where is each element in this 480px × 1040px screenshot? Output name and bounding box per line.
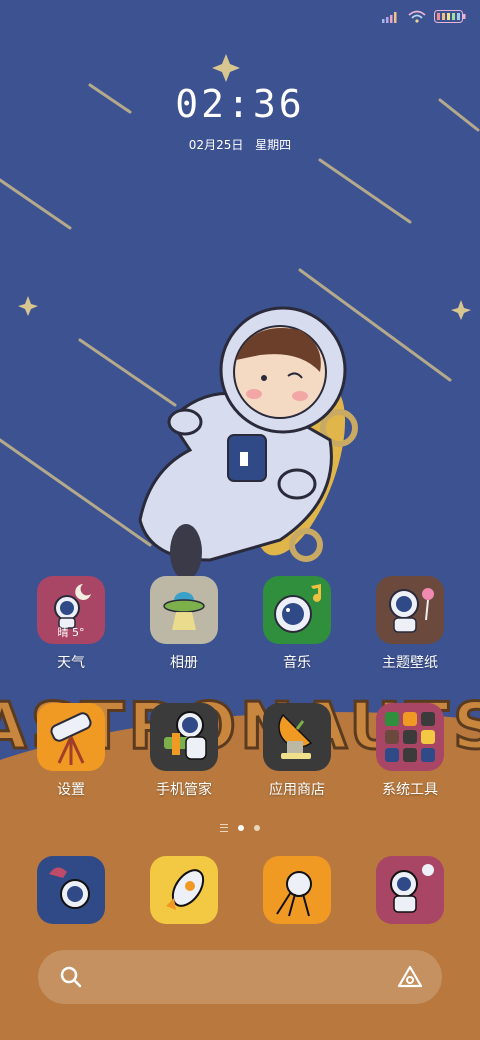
dock-browser[interactable] (247, 856, 347, 924)
status-bar (382, 10, 466, 23)
clock-time[interactable]: 02:36 (0, 82, 480, 126)
battery-icon (434, 10, 466, 23)
app-label: 系统工具 (382, 782, 438, 798)
dock-phone[interactable] (21, 856, 121, 924)
app-themes[interactable]: 主题壁纸 (360, 576, 460, 672)
sputnik-icon (263, 856, 331, 924)
app-label: 天气 (57, 655, 85, 671)
folder-icon (376, 703, 444, 771)
music-icon (263, 576, 331, 644)
page-indicator[interactable] (0, 824, 480, 832)
assistant-icon[interactable] (396, 964, 424, 990)
weather-badge: 晴 5° (57, 626, 85, 639)
phone-icon (37, 856, 105, 924)
search-icon (60, 966, 82, 988)
satellite-dish-icon (263, 703, 331, 771)
search-bar[interactable] (38, 950, 442, 1004)
search-input[interactable] (98, 960, 382, 996)
signal-bars-icon (382, 11, 397, 23)
date-text: 02月25日 (188, 138, 244, 152)
folder-system-tools[interactable]: 系统工具 (360, 703, 460, 799)
app-label: 手机管家 (156, 782, 212, 798)
app-settings[interactable]: 设置 (21, 703, 121, 799)
dock-messages[interactable] (134, 856, 234, 924)
app-label: 设置 (57, 782, 85, 798)
app-weather[interactable]: 晴 5° 天气 (21, 576, 121, 672)
page-dot[interactable] (254, 825, 260, 831)
page-dot-active[interactable] (238, 825, 244, 831)
app-label: 音乐 (283, 655, 311, 671)
app-phone-manager[interactable]: 手机管家 (134, 703, 234, 799)
clock-date: 02月25日 星期四 (0, 136, 480, 153)
rocket-icon (150, 856, 218, 924)
ufo-icon (150, 576, 218, 644)
app-gallery[interactable]: 相册 (134, 576, 234, 672)
app-music[interactable]: 音乐 (247, 576, 347, 672)
telescope-icon (37, 703, 105, 771)
app-label: 主题壁纸 (382, 655, 438, 671)
weather-icon: 晴 5° (37, 576, 105, 644)
astronaut-camera-icon (376, 856, 444, 924)
menu-lines-icon (220, 824, 228, 832)
wifi-icon (408, 10, 426, 23)
dock-camera[interactable] (360, 856, 460, 924)
app-label: 相册 (170, 655, 198, 671)
weekday-text: 星期四 (255, 138, 292, 152)
app-store[interactable]: 应用商店 (247, 703, 347, 799)
app-label: 应用商店 (269, 782, 325, 798)
astronaut-shield-icon (150, 703, 218, 771)
lollipop-icon (376, 576, 444, 644)
